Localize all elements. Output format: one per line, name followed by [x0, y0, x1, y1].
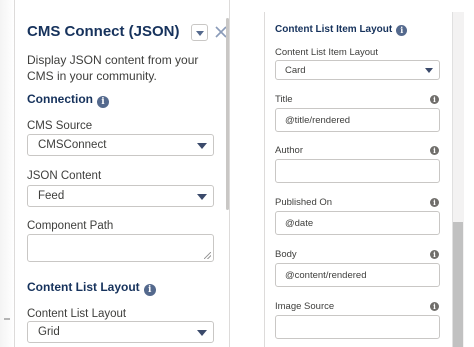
- content-list-layout-select[interactable]: Grid: [27, 321, 214, 343]
- image-source-field-input[interactable]: [275, 315, 440, 339]
- panel-menu-button[interactable]: [191, 24, 208, 41]
- info-icon[interactable]: i: [430, 95, 439, 104]
- backdrop-mark: [4, 318, 10, 320]
- chevron-down-icon: [425, 68, 433, 73]
- panel-description: Display JSON content from your CMS in yo…: [27, 53, 199, 83]
- info-icon[interactable]: i: [430, 302, 439, 311]
- right-panel-scrollbar-thumb[interactable]: [453, 222, 463, 347]
- content-list-item-layout-heading: Content List Item Layout i: [275, 24, 408, 36]
- content-list-item-layout-heading-label: Content List Item Layout: [275, 24, 393, 35]
- json-content-label: JSON Content: [27, 170, 102, 182]
- published-on-field-value: @date: [285, 218, 314, 229]
- content-list-layout-value: Grid: [38, 326, 60, 338]
- info-icon[interactable]: i: [143, 284, 156, 296]
- connection-heading: Connection i: [27, 92, 109, 108]
- chevron-down-icon: [197, 194, 207, 200]
- left-panel-scrollbar[interactable]: [226, 18, 229, 210]
- content-list-layout-label: Content List Layout: [27, 308, 127, 320]
- chevron-down-icon: [196, 31, 204, 36]
- json-content-select[interactable]: Feed: [27, 185, 214, 207]
- component-path-textarea[interactable]: [27, 234, 214, 262]
- title-field-input[interactable]: @title/rendered: [275, 108, 440, 132]
- published-on-field-label: Published On: [275, 197, 333, 208]
- chevron-down-icon: [197, 330, 207, 336]
- cms-source-label: CMS Source: [27, 120, 93, 132]
- info-icon[interactable]: i: [396, 25, 408, 36]
- panel-backdrop: [0, 0, 14, 347]
- component-path-label: Component Path: [27, 220, 114, 232]
- item-layout-select[interactable]: Card: [275, 60, 440, 80]
- author-field-input[interactable]: [275, 159, 440, 183]
- content-list-item-layout-panel: Content List Item Layout i Content List I…: [264, 12, 448, 347]
- json-content-value: Feed: [38, 190, 65, 202]
- info-icon[interactable]: i: [97, 96, 109, 108]
- item-layout-value: Card: [285, 65, 306, 76]
- info-icon[interactable]: i: [430, 146, 439, 155]
- resize-handle-icon[interactable]: [204, 252, 211, 259]
- connection-heading-label: Connection: [27, 92, 93, 106]
- content-list-layout-heading-label: Content List Layout: [27, 280, 140, 294]
- body-field-input[interactable]: @content/rendered: [275, 263, 440, 287]
- published-on-field-input[interactable]: @date: [275, 211, 440, 235]
- author-field-label: Author: [275, 145, 303, 156]
- cms-source-value: CMSConnect: [38, 139, 107, 151]
- title-field-label: Title: [275, 94, 293, 105]
- panel-title: CMS Connect (JSON): [27, 23, 180, 40]
- info-icon[interactable]: i: [430, 198, 439, 207]
- cms-connect-property-panel: CMS Connect (JSON) Display JSON content …: [14, 0, 230, 347]
- cms-source-select[interactable]: CMSConnect: [27, 134, 214, 156]
- body-field-value: @content/rendered: [285, 270, 367, 281]
- info-icon[interactable]: i: [430, 250, 439, 259]
- image-source-field-label: Image Source: [275, 301, 335, 312]
- body-field-label: Body: [275, 249, 297, 260]
- content-list-layout-heading: Content List Layout i: [27, 280, 156, 296]
- chevron-down-icon: [197, 143, 207, 149]
- title-field-value: @title/rendered: [285, 115, 351, 126]
- item-layout-label: Content List Item Layout: [275, 47, 378, 58]
